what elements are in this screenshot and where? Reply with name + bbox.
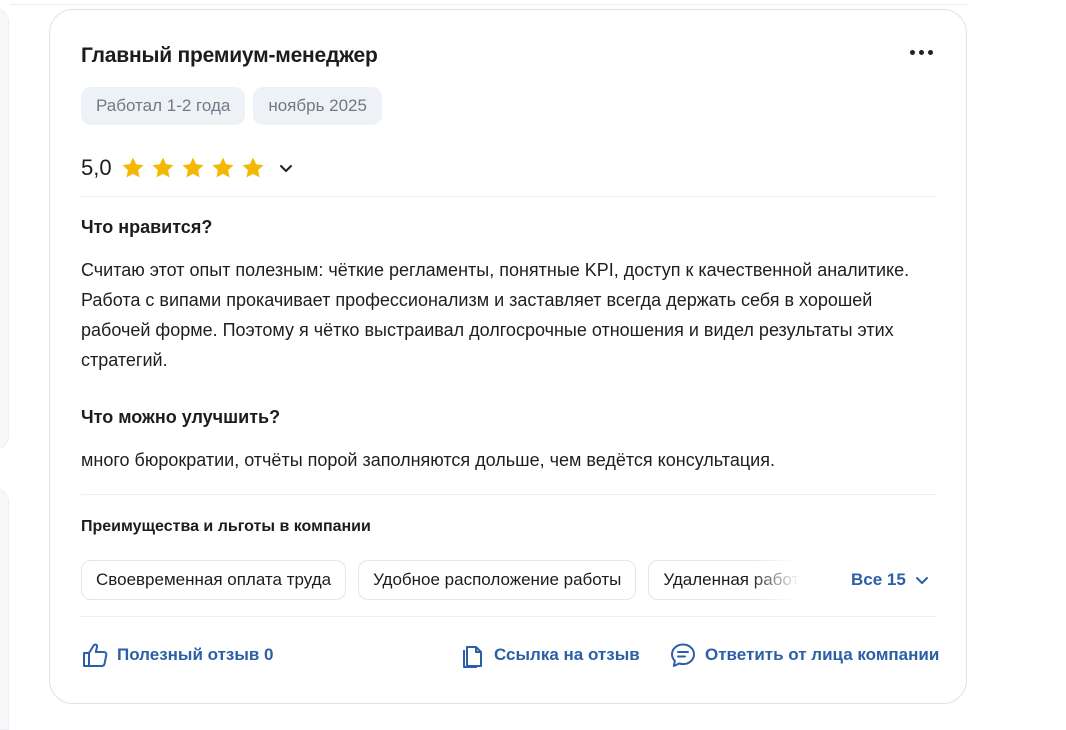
review-card: Главный премиум-менеджер Работал 1-2 год…: [49, 9, 967, 704]
pros-text: Считаю этот опыт полезным: чёткие реглам…: [81, 260, 910, 370]
neighbor-card-edge: [0, 488, 9, 730]
helpful-button[interactable]: Полезный отзыв 0: [81, 638, 274, 672]
rating-value: 5,0: [81, 155, 112, 180]
divider: [81, 196, 937, 197]
rating-toggle[interactable]: 5,0: [81, 152, 294, 184]
divider: [81, 494, 937, 495]
chevron-down-icon: [915, 577, 928, 584]
chat-icon: [671, 643, 695, 667]
thumbs-up-icon: [83, 643, 108, 667]
cons-heading: Что можно улучшить?: [81, 407, 281, 427]
rating-stars: [120, 155, 266, 181]
cons-text: много бюрократии, отчёты порой заполняют…: [81, 450, 775, 470]
benefit-chip[interactable]: Своевременная оплата труда: [81, 560, 347, 600]
star-icon: [122, 157, 144, 178]
helpful-label: Полезный отзыв 0: [117, 645, 274, 664]
copy-icon: [463, 646, 482, 668]
more-icon: [910, 50, 915, 55]
benefits-heading: Преимущества и льготы в компании: [81, 518, 371, 535]
divider: [81, 616, 937, 617]
show-all-label: Все 15: [851, 570, 906, 589]
show-all-benefits-button[interactable]: Все 15: [851, 566, 930, 594]
more-icon: [919, 50, 924, 55]
benefits-list: Своевременная оплата труда Удобное распо…: [81, 560, 806, 600]
more-options-button[interactable]: [901, 38, 941, 66]
benefit-chip[interactable]: Удобное расположение работы: [358, 560, 637, 600]
star-icon: [182, 157, 204, 178]
benefit-chip[interactable]: Удаленная работа: [648, 560, 806, 600]
date-tag: ноябрь 2025: [253, 87, 382, 125]
top-divider: [10, 4, 968, 5]
star-icon: [242, 157, 264, 178]
neighbor-card-edge: [0, 8, 9, 450]
copy-link-button[interactable]: Ссылка на отзыв: [458, 638, 640, 672]
chevron-down-icon: [279, 165, 292, 172]
reply-label: Ответить от лица компании: [705, 645, 940, 664]
experience-tag: Работал 1-2 года: [81, 87, 246, 125]
star-icon: [212, 157, 234, 178]
star-icon: [152, 157, 174, 178]
review-title: Главный премиум-менеджер: [81, 44, 378, 67]
pros-heading: Что нравится?: [81, 217, 213, 237]
reply-as-company-button[interactable]: Ответить от лица компании: [669, 638, 939, 672]
review-tags: Работал 1-2 года ноябрь 2025: [81, 87, 382, 125]
copy-link-label: Ссылка на отзыв: [494, 645, 640, 664]
more-icon: [928, 50, 933, 55]
